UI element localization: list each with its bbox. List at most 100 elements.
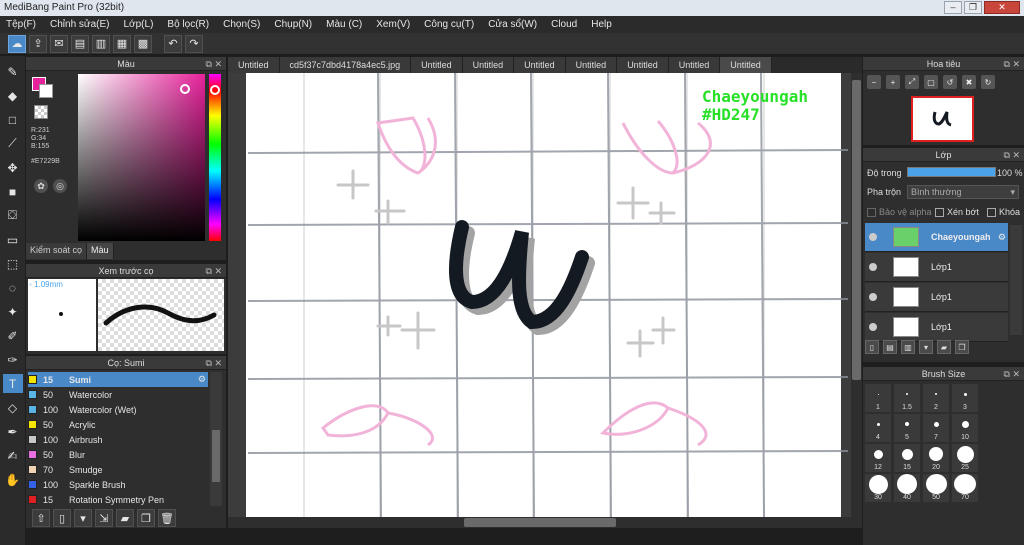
shape-tool-icon[interactable]: □ [3, 110, 23, 129]
rotate-right-icon[interactable]: ↻ [981, 75, 995, 89]
panel-options-icon[interactable]: ⧉ ✕ [1004, 367, 1020, 381]
menu-view[interactable]: Xem(V) [376, 19, 410, 30]
upload-icon[interactable]: ⇧ [32, 509, 50, 527]
drawing-canvas[interactable]: Chaeyoungah #HD247 [228, 72, 862, 519]
brush-size-option[interactable]: 70 [952, 474, 978, 502]
lasso-tool-icon[interactable]: ◌ [3, 278, 23, 297]
brush-size-option[interactable]: 3 [952, 384, 978, 412]
menu-file[interactable]: Tệp(F) [6, 19, 36, 30]
menu-edit[interactable]: Chỉnh sửa(E) [50, 19, 110, 30]
tab-document[interactable]: Untitled [228, 57, 280, 73]
eye-icon[interactable] [869, 323, 877, 331]
brush-size-option[interactable]: 2 [923, 384, 949, 412]
protect-alpha-checkbox[interactable]: Bảo vệ alpha [867, 207, 932, 218]
pen-tool-icon[interactable]: ✍ [3, 446, 23, 465]
divide-tool-icon[interactable]: ◇ [3, 398, 23, 417]
move-tool-icon[interactable]: ✥ [3, 158, 23, 177]
cloud-icon[interactable]: ☁ [8, 34, 26, 53]
saturation-value-picker[interactable] [78, 74, 205, 241]
color-wheel-icon[interactable]: ◎ [53, 179, 67, 193]
new-brush-icon[interactable]: ▯ [53, 509, 71, 527]
brush-size-option[interactable]: 20 [923, 444, 949, 472]
menu-snap[interactable]: Chụp(N) [274, 19, 312, 30]
multi-page-icon[interactable]: ▦ [113, 34, 131, 53]
layer-row[interactable]: Lớp1 [865, 283, 1008, 312]
eye-icon[interactable] [869, 293, 877, 301]
panel-options-icon[interactable]: ⧉ ✕ [206, 356, 222, 370]
tab-document[interactable]: Untitled [617, 57, 669, 73]
zoom-in-icon[interactable]: + [886, 75, 900, 89]
brush-item[interactable]: 100 Watercolor (Wet) [28, 402, 208, 417]
eraser-tool-icon[interactable]: ◆ [3, 86, 23, 105]
new-layer-icon[interactable]: ▯ [865, 340, 879, 354]
brush-item[interactable]: 100 Sparkle Brush [28, 477, 208, 492]
add-layer-dropdown-icon[interactable]: ▾ [919, 340, 933, 354]
canvas-vertical-scroll-thumb[interactable] [852, 80, 861, 380]
brush-size-option[interactable]: 5 [894, 414, 920, 442]
brush-item[interactable]: 15 Rotation Symmetry Pen [28, 492, 208, 507]
zoom-out-icon[interactable]: − [867, 75, 881, 89]
folder-icon[interactable]: ▰ [116, 509, 134, 527]
comment-icon[interactable]: ✉ [50, 34, 68, 53]
menu-filter[interactable]: Bộ lọc(R) [167, 19, 209, 30]
bucket-tool-icon[interactable]: ⛋ [3, 206, 23, 225]
close-button[interactable]: ✕ [984, 1, 1020, 14]
tab-document-active[interactable]: Untitled [720, 57, 772, 73]
document-icon[interactable]: ▥ [92, 34, 110, 53]
brush-item[interactable]: 50 Watercolor [28, 387, 208, 402]
new-halftone-layer-icon[interactable]: ▤ [883, 340, 897, 354]
undo-icon[interactable]: ↶ [164, 34, 182, 53]
panel-options-icon[interactable]: ⧉ ✕ [1004, 148, 1020, 162]
dot-tool-icon[interactable]: ⟋ [3, 134, 23, 153]
tab-document[interactable]: cd5f37c7dbd4178a4ec5.jpg [279, 57, 412, 73]
menu-tools[interactable]: Công cụ(T) [424, 19, 474, 30]
grid-icon[interactable]: ▩ [134, 34, 152, 53]
brush-item[interactable]: 70 Smudge [28, 462, 208, 477]
minimize-button[interactable]: – [944, 1, 962, 14]
clipping-checkbox[interactable]: Xén bớt [935, 207, 979, 218]
magic-wand-tool-icon[interactable]: ✦ [3, 302, 23, 321]
lock-checkbox[interactable]: Khóa [987, 207, 1020, 218]
tab-document[interactable]: Untitled [565, 57, 618, 73]
menu-window[interactable]: Cửa sổ(W) [488, 19, 537, 30]
brush-size-option[interactable]: 4 [865, 414, 891, 442]
sv-cursor[interactable] [180, 84, 190, 94]
brush-item[interactable]: 15 Sumi ⚙ [28, 372, 208, 387]
tab-color[interactable]: Màu [87, 243, 114, 259]
select-tool-icon[interactable]: ⬚ [3, 254, 23, 273]
select-eraser-tool-icon[interactable]: ✑ [3, 350, 23, 369]
fit-icon[interactable]: ⤢ [905, 75, 919, 89]
tab-document[interactable]: Untitled [514, 57, 566, 73]
menu-layer[interactable]: Lớp(L) [124, 19, 154, 30]
export-icon[interactable]: ⇲ [95, 509, 113, 527]
menu-cloud[interactable]: Cloud [551, 19, 577, 30]
duplicate-layer-icon[interactable]: ❐ [955, 340, 969, 354]
eye-icon[interactable] [869, 263, 877, 271]
layer-row[interactable]: Chaeyoungah ⚙ [865, 223, 1008, 252]
fill-rect-tool-icon[interactable]: ■ [3, 182, 23, 201]
opacity-slider[interactable] [907, 167, 996, 177]
brush-size-option[interactable]: 40 [894, 474, 920, 502]
tab-document[interactable]: Untitled [411, 57, 463, 73]
tab-document[interactable]: Untitled [668, 57, 721, 73]
layer-row[interactable]: Lớp1 [865, 253, 1008, 282]
background-color-swatch[interactable] [39, 84, 53, 98]
text-tool-icon[interactable]: T [2, 374, 23, 393]
gear-icon[interactable]: ⚙ [198, 374, 206, 385]
brush-item[interactable]: 50 Blur [28, 447, 208, 462]
brush-tool-icon[interactable]: ✎ [3, 62, 23, 81]
brush-size-option[interactable]: 1.5 [894, 384, 920, 412]
blend-mode-select[interactable]: Bình thường ▾ [907, 185, 1019, 199]
hue-slider[interactable] [209, 74, 221, 241]
duplicate-icon[interactable]: ❐ [137, 509, 155, 527]
palette-icon[interactable]: ✿ [34, 179, 48, 193]
eyedropper-tool-icon[interactable]: ✒ [3, 422, 23, 441]
menu-help[interactable]: Help [591, 19, 612, 30]
folder-icon[interactable]: ▰ [937, 340, 951, 354]
tab-document[interactable]: Untitled [462, 57, 515, 73]
trash-icon[interactable]: 🗑 [158, 509, 176, 527]
share-icon[interactable]: ⇪ [29, 34, 47, 53]
page-icon[interactable]: ▤ [71, 34, 89, 53]
hand-tool-icon[interactable]: ✋ [3, 470, 23, 489]
brush-item[interactable]: 100 Airbrush [28, 432, 208, 447]
